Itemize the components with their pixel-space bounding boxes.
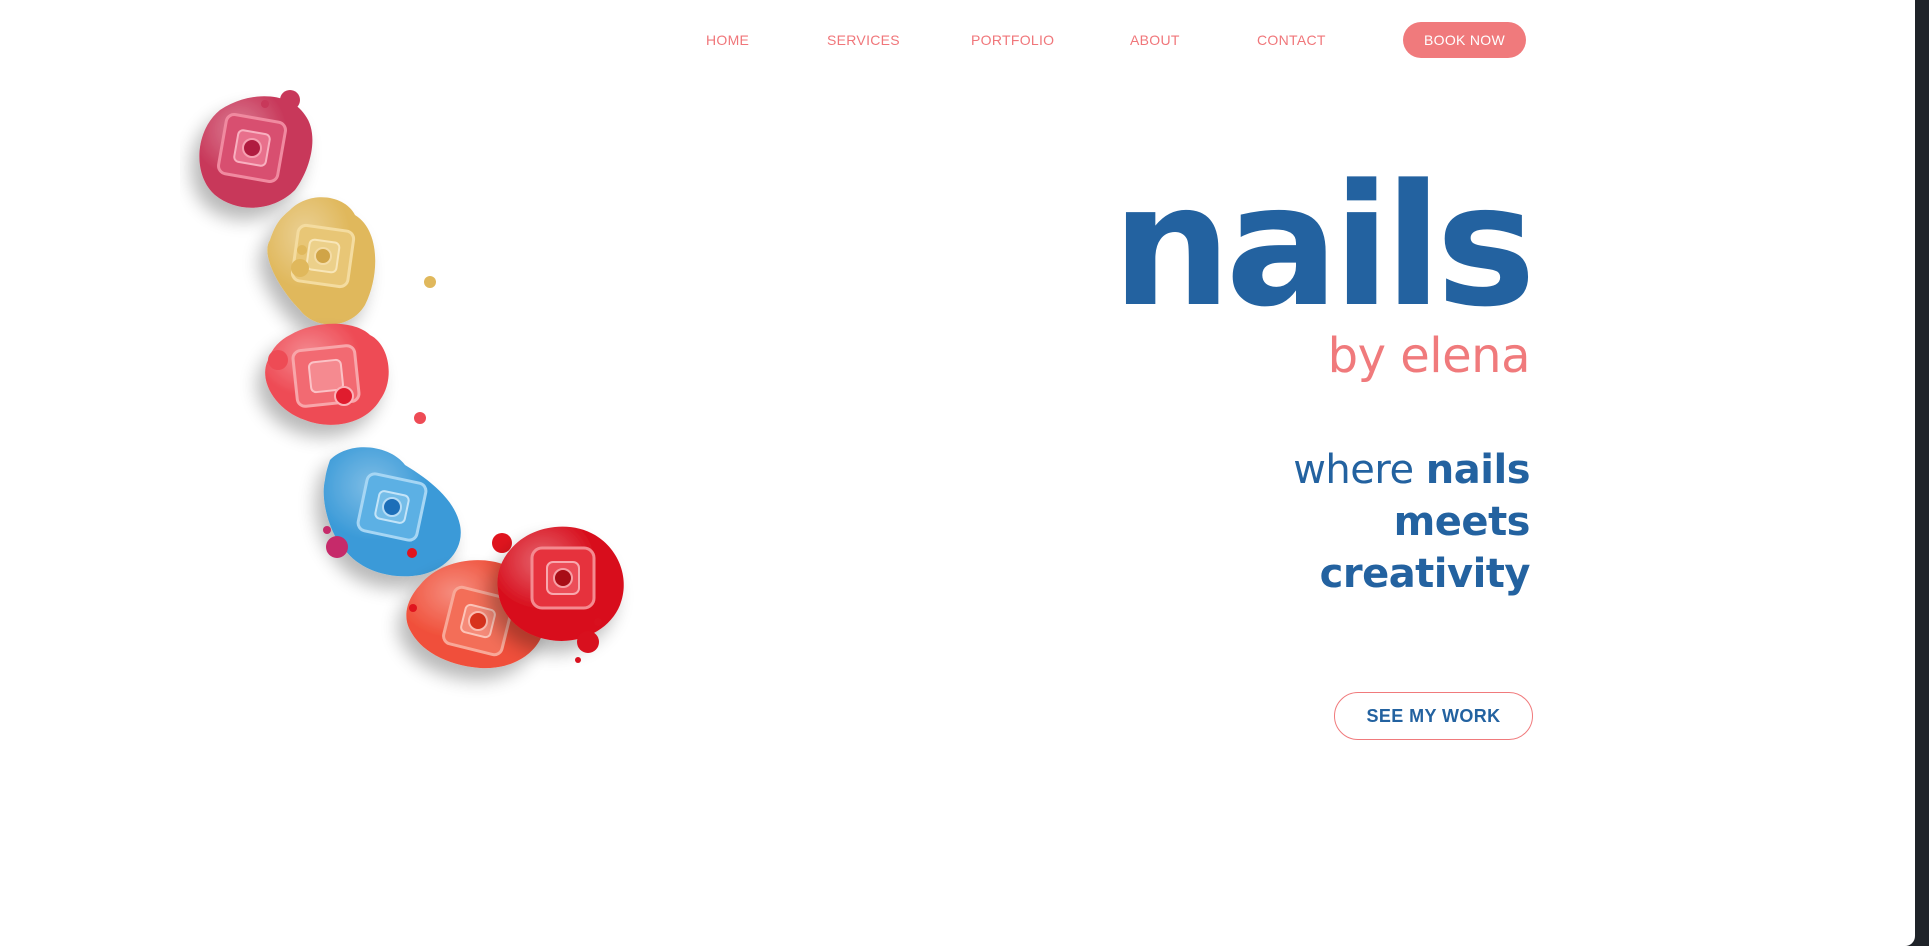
polish-bottle-coral <box>265 323 389 425</box>
polish-drop <box>492 533 512 553</box>
nail-polish-bottles-illustration <box>199 90 624 669</box>
main-nav: HOME SERVICES PORTFOLIO ABOUT CONTACT BO… <box>0 22 1915 58</box>
hero-tagline: where nails meets creativity <box>1293 444 1530 600</box>
nav-contact-link[interactable]: CONTACT <box>1257 32 1326 48</box>
window-edge <box>1915 0 1929 946</box>
nav-portfolio-link[interactable]: PORTFOLIO <box>971 32 1054 48</box>
brand-subtitle: by elena <box>1327 328 1531 384</box>
polish-drop <box>280 90 300 110</box>
tagline-bold-word-1: nails <box>1425 447 1531 493</box>
polish-drop <box>594 618 602 626</box>
polish-bottle-mustard <box>267 197 376 325</box>
polish-bottle-red <box>497 526 624 641</box>
nav-about-link[interactable]: ABOUT <box>1130 32 1180 48</box>
tagline-line-1: where nails <box>1293 444 1530 496</box>
brand-title: nails <box>1111 148 1536 344</box>
polish-drop <box>407 548 417 558</box>
polish-drop <box>323 526 331 534</box>
tagline-line-2: meets <box>1393 499 1531 545</box>
page: HOME SERVICES PORTFOLIO ABOUT CONTACT BO… <box>0 0 1915 946</box>
tagline-light-word: where <box>1293 447 1414 493</box>
polish-drop <box>261 100 269 108</box>
polish-drop <box>291 259 309 277</box>
polish-drop <box>575 657 581 663</box>
tagline-line-3: creativity <box>1319 551 1531 597</box>
polish-bottle-pink <box>199 96 313 208</box>
polish-drop <box>577 631 599 653</box>
polish-drop <box>409 604 417 612</box>
polish-drop <box>414 412 426 424</box>
see-my-work-button[interactable]: SEE MY WORK <box>1334 692 1533 740</box>
book-now-button[interactable]: BOOK NOW <box>1403 22 1526 58</box>
nav-services-link[interactable]: SERVICES <box>827 32 900 48</box>
polish-drop <box>268 350 288 370</box>
brand-logo: nails <box>1111 148 1536 344</box>
polish-drop <box>424 276 436 288</box>
polish-drop <box>297 245 307 255</box>
nav-home-link[interactable]: HOME <box>706 32 749 48</box>
polish-bottle-blue <box>323 447 461 577</box>
polish-drop <box>326 536 348 558</box>
